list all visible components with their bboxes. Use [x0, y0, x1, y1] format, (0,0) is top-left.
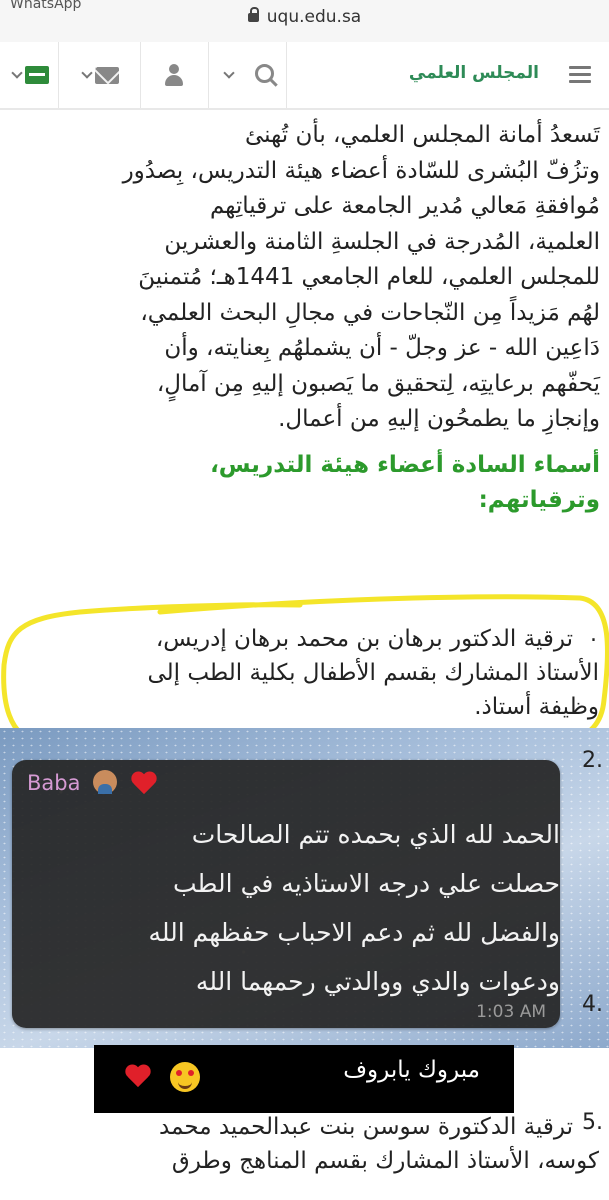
chevron-down-icon	[222, 67, 235, 79]
item-number: 4.	[582, 992, 603, 1017]
menu-icon[interactable]	[569, 66, 591, 84]
man-doctor-emoji-icon	[93, 770, 118, 794]
item-line: كوسه، الأستاذ المشارك بقسم المناهج وطرق	[171, 1148, 599, 1174]
message-sender: Baba	[27, 770, 158, 796]
intro-line: لهُم مَزيداً مِن النّجاحات في مجالِ البح…	[140, 299, 600, 326]
item-number: 5.	[582, 1110, 603, 1135]
intro-line: للمجلس العلمي، للعام الجامعي 1441هـ؛ مُت…	[138, 264, 600, 290]
intro-line: مُوافقةِ مَعالي مُدير الجامعة على ترقيات…	[209, 193, 600, 219]
message-text: الحمد لله الذي بحمده تتم الصالحات حصلت ع…	[32, 810, 560, 1006]
message-line: حصلت علي درجه الاستاذيه في الطب	[173, 869, 560, 898]
intro-line: وإنجازِ ما يطمحُون إليهِ من أعمال.	[278, 406, 600, 432]
heart-icon	[132, 770, 158, 796]
search-menu-button[interactable]	[208, 42, 287, 108]
item-line: ترقية الدكتور برهان بن محمد برهان إدريس،	[155, 626, 573, 652]
intro-line: العلمية، المُدرجة في الجلسةِ الثامنة وال…	[164, 228, 600, 255]
item-number: 2.	[582, 748, 603, 773]
screen-menu-button[interactable]	[0, 42, 59, 108]
promotion-item: ترقية الدكتورة سوسن بنت عبدالحميد محمد ك…	[19, 1110, 599, 1178]
message-line: ودعوات والدي ووالدتي رحمهما الله	[195, 967, 560, 996]
chevron-down-icon	[81, 67, 93, 79]
item-line: الأستاذ المشارك بقسم الأطفال بكلية الطب …	[147, 660, 599, 686]
user-button[interactable]	[140, 42, 209, 108]
url-bar[interactable]: uqu.edu.sa	[0, 6, 609, 27]
item-number: .	[590, 622, 597, 647]
site-navbar: المجلس العلمي	[0, 42, 609, 110]
heart-eyes-emoji-icon	[170, 1062, 200, 1092]
lock-icon	[247, 6, 259, 22]
chevron-down-icon	[11, 67, 23, 79]
message-line: والفضل لله ثم دعم الاحباب حفظهم الله	[148, 918, 560, 947]
section-heading: وترقياتهم:	[478, 486, 600, 513]
item-line: ترقية الدكتورة سوسن بنت عبدالحميد محمد	[159, 1114, 573, 1140]
mail-icon	[95, 66, 119, 84]
caption-text: مبروك يابروف	[343, 1057, 480, 1083]
mail-menu-button[interactable]	[58, 42, 141, 108]
message-timestamp: 1:03 AM	[476, 1002, 546, 1022]
message-bubble[interactable]: Baba الحمد لله الذي بحمده تتم الصالحات ح…	[12, 760, 560, 1028]
section-heading: أسماء السادة أعضاء هيئة التدريس،	[210, 451, 600, 478]
browser-status-bar: WhatsApp uqu.edu.sa	[0, 0, 609, 43]
url-text: uqu.edu.sa	[266, 7, 362, 27]
user-icon	[164, 64, 184, 86]
item-line: وظيفة أستاذ.	[474, 694, 599, 720]
message-line: الحمد لله الذي بحمده تتم الصالحات	[191, 820, 560, 849]
site-brand[interactable]: المجلس العلمي	[409, 63, 539, 83]
promotion-item: ترقية الدكتور برهان بن محمد برهان إدريس،…	[19, 622, 599, 724]
sender-name: Baba	[27, 771, 81, 795]
intro-line: وتزُفّ البُشرى للسّادة أعضاء هيئة التدري…	[122, 157, 600, 184]
intro-line: يَحفّهم برعايتِه، لِتحقيق ما يَصبون إليه…	[156, 370, 600, 397]
heart-icon	[126, 1063, 152, 1089]
story-caption: مبروك يابروف	[94, 1045, 514, 1113]
intro-line: دَاعِين الله - عز وجلّ - أن يشملهُم بِعن…	[164, 335, 600, 361]
intro-line: تَسعدُ أمانة المجلس العلمي، بأن تُهنئ	[245, 122, 600, 148]
article-body: تَسعدُ أمانة المجلس العلمي، بأن تُهنئ وت…	[18, 118, 600, 518]
search-icon	[254, 63, 274, 83]
screen-icon	[25, 66, 49, 84]
